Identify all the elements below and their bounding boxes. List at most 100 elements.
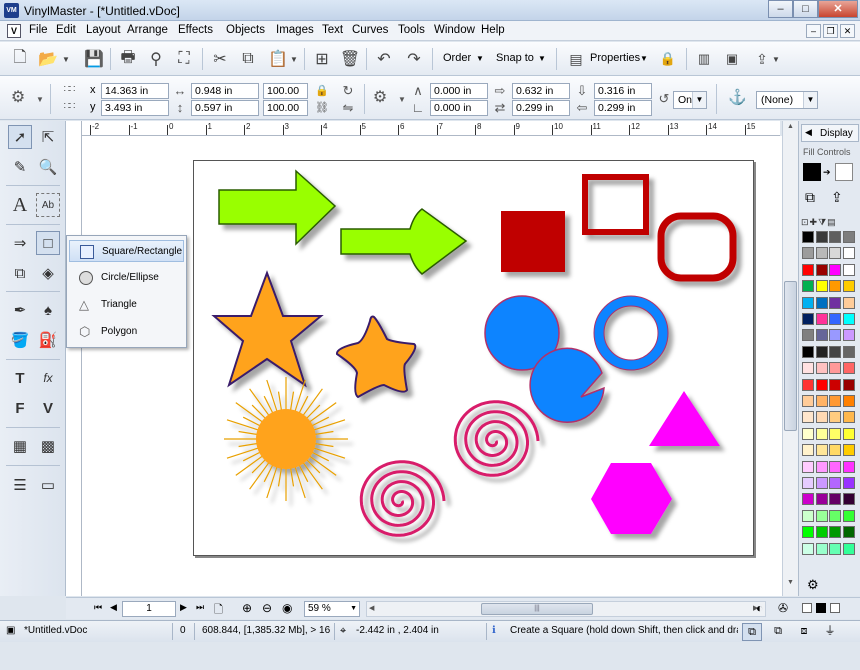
palette-swatch[interactable] <box>829 263 841 276</box>
palette-swatch[interactable] <box>829 296 841 309</box>
palette-swatch[interactable] <box>829 231 841 243</box>
delete-icon[interactable]: 🗑 <box>338 47 362 71</box>
palette-swatch[interactable] <box>815 329 828 342</box>
palette-swatch[interactable] <box>802 313 814 325</box>
chart-tool-icon[interactable]: ▦ <box>8 434 32 458</box>
weed-icon[interactable]: ⚓ <box>728 90 747 106</box>
duplicate-icon[interactable]: ⊞ <box>310 47 334 71</box>
palette-swatch[interactable] <box>829 247 841 260</box>
shape-editor-icon[interactable]: ◈ <box>36 261 60 285</box>
properties-icon[interactable]: ▤ <box>564 47 588 71</box>
anchor-grid-icon[interactable]: ∷∷ <box>58 82 80 98</box>
import-icon[interactable]: ⇪ <box>831 189 843 206</box>
palette-swatch[interactable] <box>842 493 855 506</box>
pick-tool-icon[interactable]: ➚ <box>8 125 32 149</box>
menu-text[interactable]: Text <box>322 24 343 36</box>
palette-swatch[interactable] <box>802 280 814 293</box>
text-tool-icon[interactable]: A <box>8 193 32 217</box>
palette-swatch[interactable] <box>815 427 828 440</box>
palette-swatch[interactable] <box>829 444 841 457</box>
lock-ratio-icon[interactable]: 🔒 <box>314 83 330 99</box>
add-page-icon[interactable]: 🗋 <box>214 601 223 620</box>
transform-tool-icon[interactable]: ⧉ <box>8 261 32 285</box>
palette-swatch[interactable] <box>842 231 855 243</box>
menu-effects[interactable]: Effects <box>178 24 213 36</box>
snap-mode-icon[interactable]: ⧉ <box>742 623 762 641</box>
vertical-scroll-thumb[interactable] <box>784 281 797 431</box>
palette-tools-icons[interactable]: ⊡✚⧩▤ <box>801 217 859 229</box>
palette-swatch[interactable] <box>842 296 855 309</box>
zoom-out-icon[interactable]: ⊖ <box>262 601 272 615</box>
palette-swatch[interactable] <box>829 345 841 358</box>
palette-swatch[interactable] <box>842 444 855 457</box>
palette-swatch[interactable] <box>829 460 841 473</box>
palette-swatch[interactable] <box>815 477 828 489</box>
skew2-b-field[interactable]: 0.299 in <box>512 100 570 116</box>
palette-swatch[interactable] <box>842 247 855 260</box>
text-frame-tool-icon[interactable]: Ab <box>36 193 60 217</box>
image-tool-icon[interactable]: ▩ <box>36 434 60 458</box>
flyout-square-rectangle[interactable]: Square/Rectangle <box>69 240 184 262</box>
menu-objects[interactable]: Objects <box>226 24 265 36</box>
scroll-down-icon[interactable]: ▼ <box>784 579 797 591</box>
palette-swatch[interactable] <box>842 509 855 522</box>
copy-icon[interactable]: ⧉ <box>236 47 260 71</box>
palette-swatch[interactable] <box>802 460 814 473</box>
palette-swatch[interactable] <box>829 362 841 375</box>
rectangle-tool-icon[interactable]: □ <box>36 231 60 255</box>
skew1-b-field[interactable]: 0.000 in <box>430 100 488 116</box>
first-page-icon[interactable]: ⏮ <box>94 602 102 613</box>
order-button[interactable]: Order <box>443 52 471 64</box>
palette-swatch[interactable] <box>815 231 828 243</box>
palette-swatch[interactable] <box>842 280 855 293</box>
palette-swatch[interactable] <box>842 411 855 424</box>
filter-icon[interactable]: ⏚ <box>820 623 840 641</box>
open-folder-icon[interactable]: 📂 <box>36 47 60 71</box>
plotter-icon[interactable]: ⛶ <box>172 47 196 71</box>
menu-images[interactable]: Images <box>276 24 314 36</box>
palette-swatch[interactable] <box>842 427 855 440</box>
skew1-a-field[interactable]: 0.000 in <box>430 83 488 99</box>
palette-swatch[interactable] <box>802 427 814 440</box>
palette-swatch[interactable] <box>829 477 841 489</box>
palette-swatch[interactable] <box>842 542 855 555</box>
mdi-restore-button[interactable]: ❐ <box>823 24 838 38</box>
palette-swatch[interactable] <box>815 444 828 457</box>
palette-swatch[interactable] <box>829 313 841 325</box>
package-icon[interactable]: ▣ <box>720 47 744 71</box>
palette-swatch[interactable] <box>802 477 814 489</box>
on-select[interactable]: On ▼ <box>673 91 707 109</box>
palette-swatch[interactable] <box>829 395 841 407</box>
navigator-icon[interactable]: ◐ <box>756 601 763 615</box>
node-dropdown-icon[interactable]: ▼ <box>32 92 48 108</box>
zoom-fit-icon[interactable]: ◉ <box>282 601 292 615</box>
close-button[interactable]: ✕ <box>818 0 858 18</box>
vertical-scrollbar[interactable]: ▲ ▼ <box>782 121 798 596</box>
width-field[interactable]: 0.948 in <box>191 83 259 99</box>
outline-color-swatch[interactable] <box>835 163 853 181</box>
menu-tools[interactable]: Tools <box>398 24 425 36</box>
arrow-shape-tool-icon[interactable]: ⇒ <box>8 231 32 255</box>
next-page-icon[interactable]: ▶ <box>180 602 187 613</box>
node-edit-dropdown-icon[interactable]: ▼ <box>394 92 410 108</box>
page-number-field[interactable]: 1 <box>122 601 176 617</box>
zoom-in-icon[interactable]: ⊕ <box>242 601 252 615</box>
palette-swatch[interactable] <box>842 329 855 342</box>
vectorize-tool-icon[interactable]: V <box>36 396 60 420</box>
properties-button[interactable]: Properties <box>590 52 640 64</box>
none-select[interactable]: (None) ▼ <box>756 91 818 109</box>
flyout-triangle[interactable]: △ Triangle <box>69 294 184 316</box>
palette-swatch[interactable] <box>815 345 828 358</box>
menu-layout[interactable]: Layout <box>86 24 121 36</box>
palette-swatch[interactable] <box>842 378 855 391</box>
zoom-tool-icon[interactable]: 🔍 <box>36 155 60 179</box>
align-tool-icon[interactable]: ☰ <box>8 473 32 497</box>
palette-swatch[interactable] <box>815 362 828 375</box>
palette-swatch[interactable] <box>815 395 828 407</box>
dimension-tool-icon[interactable]: ▭ <box>36 473 60 497</box>
properties-dropdown-icon[interactable]: ▼ <box>640 54 648 63</box>
settings-wheel-icon[interactable]: ✇ <box>778 601 788 615</box>
palette-swatch[interactable] <box>802 345 814 358</box>
palette-swatch[interactable] <box>829 427 841 440</box>
palette-swatch[interactable] <box>815 313 828 325</box>
